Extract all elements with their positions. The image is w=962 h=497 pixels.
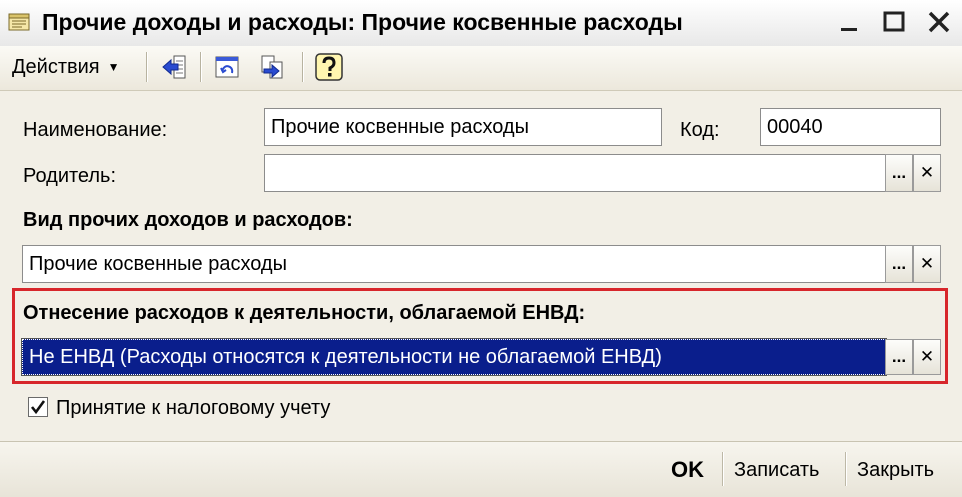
actions-menu-button[interactable]: Действия ▼ [6, 52, 126, 82]
parent-select-button[interactable]: ... [885, 154, 913, 192]
save-button[interactable]: Записать [734, 455, 819, 485]
back-to-list-icon[interactable] [158, 51, 190, 83]
kind-clear-button[interactable]: ✕ [913, 245, 941, 283]
actions-label: Действия [12, 55, 100, 78]
form-body: Наименование: Прочие косвенные расходы К… [0, 91, 962, 441]
toolbar-separator [146, 52, 148, 82]
name-label: Наименование: [23, 119, 168, 141]
envd-input[interactable]: Не ЕНВД (Расходы относятся к деятельност… [21, 338, 887, 376]
window-title-bar: Прочие доходы и расходы: Прочие косвенны… [0, 0, 962, 47]
close-button[interactable]: Закрыть [857, 455, 934, 485]
code-label: Код: [680, 119, 720, 141]
maximize-icon[interactable] [880, 8, 910, 36]
toolbar-separator [302, 52, 304, 82]
minimize-icon[interactable] [835, 8, 865, 36]
kind-label: Вид прочих доходов и расходов: [23, 209, 353, 231]
envd-select-button[interactable]: ... [885, 339, 913, 375]
document-icon [8, 12, 30, 32]
chevron-down-icon: ▼ [107, 60, 120, 74]
structure-icon[interactable] [211, 51, 243, 83]
footer-separator [845, 452, 847, 486]
tax-accounting-label: Принятие к налоговому учету [56, 397, 331, 419]
window-title: Прочие доходы и расходы: Прочие косвенны… [42, 9, 683, 35]
footer-separator [722, 452, 724, 486]
checkmark-icon [30, 400, 46, 415]
tax-accounting-checkbox[interactable] [28, 397, 48, 417]
parent-label: Родитель: [23, 165, 117, 187]
kind-select-button[interactable]: ... [885, 245, 913, 283]
envd-label: Отнесение расходов к деятельности, облаг… [23, 302, 586, 324]
ok-button[interactable]: OK [671, 455, 704, 485]
code-input[interactable]: 00040 [760, 108, 941, 146]
kind-input[interactable]: Прочие косвенные расходы [22, 245, 886, 283]
toolbar: Действия ▼ [0, 46, 962, 91]
help-icon[interactable] [313, 51, 345, 83]
close-icon[interactable] [924, 8, 954, 36]
move-icon[interactable] [256, 51, 288, 83]
name-input[interactable]: Прочие косвенные расходы [264, 108, 662, 146]
dialog-footer: OK Записать Закрыть [0, 441, 962, 497]
toolbar-separator [200, 52, 202, 82]
parent-clear-button[interactable]: ✕ [913, 154, 941, 192]
envd-clear-button[interactable]: ✕ [913, 339, 941, 375]
parent-input[interactable] [264, 154, 886, 192]
